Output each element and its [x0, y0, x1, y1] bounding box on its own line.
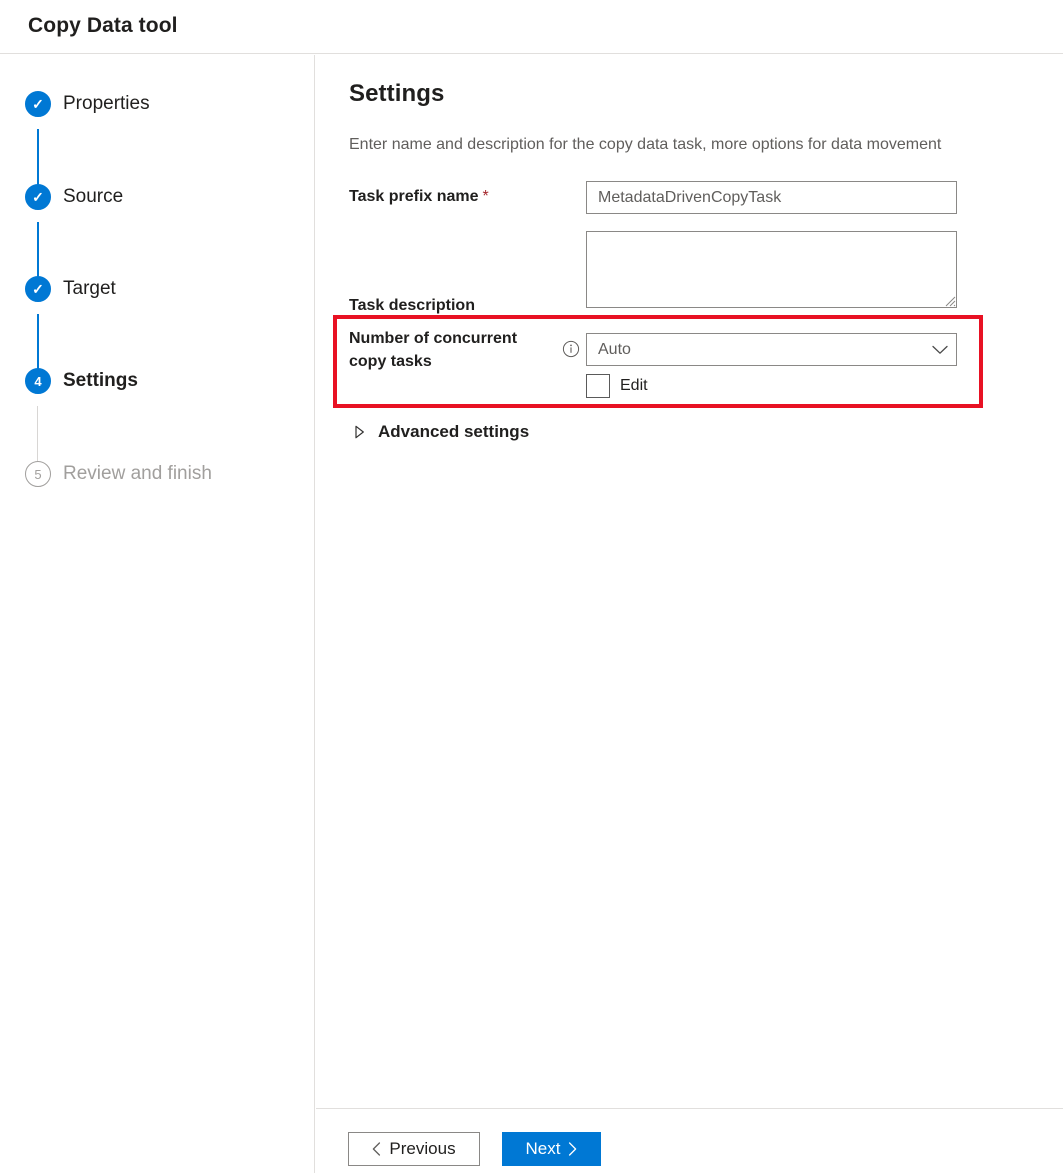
chevron-down-icon: [924, 345, 956, 355]
chevron-right-icon: [568, 1142, 577, 1156]
wizard-sidebar: ✓ Properties ✓ Source ✓ Target 4 Setting…: [0, 55, 315, 1173]
sidebar-item-source[interactable]: ✓ Source: [25, 183, 123, 211]
sidebar-item-label-properties: Properties: [63, 91, 150, 117]
concurrent-copy-tasks-label: Number of concurrent copy tasks: [349, 327, 549, 373]
sidebar-item-label-settings: Settings: [63, 368, 138, 394]
chevron-left-icon: [372, 1142, 381, 1156]
task-description-label-text: Task description: [349, 297, 475, 314]
sidebar-item-target[interactable]: ✓ Target: [25, 275, 116, 303]
edit-checkbox-label: Edit: [620, 374, 648, 398]
step-marker-target: ✓: [25, 276, 51, 302]
check-icon: ✓: [32, 190, 44, 204]
sidebar-item-label-review-and-finish: Review and finish: [63, 461, 212, 487]
edit-checkbox-row[interactable]: Edit: [586, 374, 648, 398]
settings-description: Enter name and description for the copy …: [349, 136, 941, 154]
required-asterisk: *: [483, 188, 489, 205]
step-marker-source: ✓: [25, 184, 51, 210]
settings-pane: Settings Enter name and description for …: [316, 55, 1063, 1108]
advanced-settings-label: Advanced settings: [378, 422, 529, 442]
app-header: Copy Data tool: [0, 0, 1063, 54]
caret-right-icon: [352, 425, 366, 439]
sidebar-item-review-and-finish[interactable]: 5 Review and finish: [25, 460, 212, 488]
next-button-label: Next: [526, 1139, 561, 1159]
task-prefix-name-input[interactable]: [586, 181, 957, 214]
sidebar-item-label-source: Source: [63, 184, 123, 210]
check-icon: ✓: [32, 97, 44, 111]
check-icon: ✓: [32, 282, 44, 296]
task-prefix-name-label: Task prefix name*: [349, 186, 489, 208]
task-description-label: Task description: [349, 295, 475, 317]
step-number: 4: [34, 375, 41, 388]
previous-button-label: Previous: [389, 1139, 455, 1159]
next-button[interactable]: Next: [502, 1132, 601, 1166]
info-circle-icon[interactable]: [562, 340, 580, 358]
concurrent-copy-tasks-dropdown[interactable]: Auto: [586, 333, 957, 366]
concurrent-copy-tasks-value: Auto: [587, 334, 924, 365]
step-marker-review-and-finish: 5: [25, 461, 51, 487]
settings-heading: Settings: [349, 80, 444, 108]
wizard-footer: Previous Next: [316, 1108, 1063, 1173]
task-prefix-name-label-text: Task prefix name: [349, 188, 479, 205]
step-marker-settings: 4: [25, 368, 51, 394]
sidebar-item-properties[interactable]: ✓ Properties: [25, 90, 150, 118]
edit-checkbox[interactable]: [586, 374, 610, 398]
previous-button[interactable]: Previous: [348, 1132, 480, 1166]
sidebar-item-settings[interactable]: 4 Settings: [25, 367, 138, 395]
sidebar-item-label-target: Target: [63, 276, 116, 302]
page-title: Copy Data tool: [28, 14, 178, 38]
advanced-settings-toggle[interactable]: Advanced settings: [352, 422, 529, 442]
step-marker-properties: ✓: [25, 91, 51, 117]
step-number: 5: [34, 468, 41, 481]
task-description-textarea[interactable]: [586, 231, 957, 308]
